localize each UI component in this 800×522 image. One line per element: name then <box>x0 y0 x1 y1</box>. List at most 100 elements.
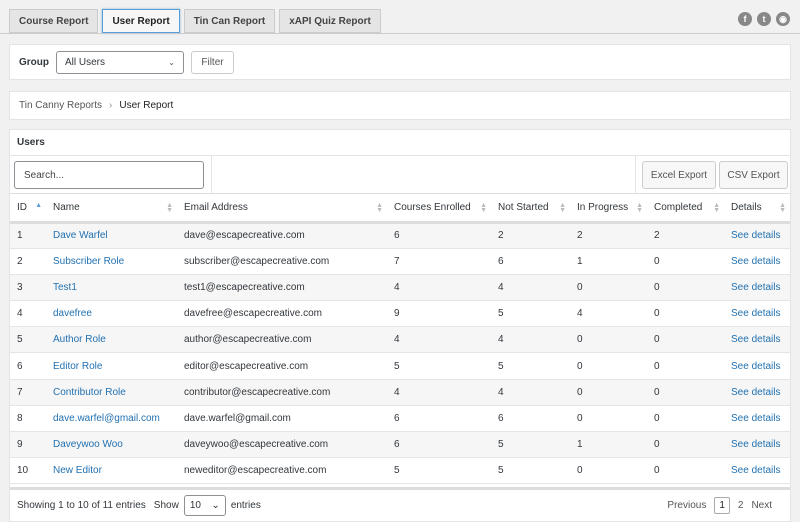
cell-id: 9 <box>17 439 23 451</box>
excel-export-button[interactable]: Excel Export <box>642 161 716 189</box>
table-cell: 2 <box>570 222 647 249</box>
see-details-link[interactable]: See details <box>731 282 780 293</box>
previous-page-button[interactable]: Previous <box>667 500 706 511</box>
toolbar-divider <box>635 156 636 193</box>
sort-icon: ▲ ▼ <box>779 202 786 214</box>
table-cell: 0 <box>570 352 647 380</box>
see-details-link[interactable]: See details <box>731 230 780 241</box>
table-row: 7 Contributor Role contributor@escapecreat… <box>10 379 790 406</box>
tab-xapi-quiz-report[interactable]: xAPI Quiz Report <box>279 9 381 33</box>
web-icon[interactable]: ◉ <box>776 12 790 26</box>
cell-email: author@escapecreative.com <box>184 334 312 346</box>
table-cell: daveywoo@escapecreative.com <box>177 431 387 459</box>
user-name-link[interactable]: Daveywoo Woo <box>53 439 123 450</box>
cell-in-progress: 0 <box>577 412 583 424</box>
table-cell: Contributor Role <box>46 379 177 406</box>
user-name-link[interactable]: dave.warfel@gmail.com <box>53 413 160 424</box>
table-cell: 0 <box>647 431 724 459</box>
column-header-email[interactable]: Email Address ▲ ▼ <box>177 194 387 224</box>
column-header-in-progress[interactable]: In Progress ▲ ▼ <box>570 194 647 224</box>
see-details-link[interactable]: See details <box>731 413 780 424</box>
table-cell: 6 <box>491 405 570 433</box>
search-input[interactable] <box>14 161 204 189</box>
cell-not-started: 6 <box>498 412 504 424</box>
cell-id: 2 <box>17 255 23 267</box>
next-page-button[interactable]: Next <box>751 500 772 511</box>
see-details-link[interactable]: See details <box>731 308 780 319</box>
user-name-link[interactable]: Dave Warfel <box>53 230 108 241</box>
user-name-link[interactable]: New Editor <box>53 465 102 476</box>
user-name-link[interactable]: Editor Role <box>53 361 102 372</box>
page-button-1[interactable]: 1 <box>714 497 730 514</box>
cell-id: 7 <box>17 386 23 398</box>
table-cell: Subscriber Role <box>46 248 177 275</box>
table-cell: Editor Role <box>46 352 177 380</box>
twitter-icon[interactable]: t <box>757 12 771 26</box>
see-details-link[interactable]: See details <box>731 361 780 372</box>
column-header-id[interactable]: ID ▲ <box>10 194 46 224</box>
filter-button[interactable]: Filter <box>191 50 234 74</box>
see-details-link[interactable]: See details <box>731 465 780 476</box>
table-cell: 6 <box>10 352 46 380</box>
cell-id: 6 <box>17 360 23 372</box>
column-header-label: In Progress <box>577 201 629 213</box>
table-cell: author@escapecreative.com <box>177 326 387 354</box>
column-header-label: Completed <box>654 201 703 213</box>
see-details-link[interactable]: See details <box>731 387 780 398</box>
cell-courses-enrolled: 4 <box>394 281 400 293</box>
see-details-link[interactable]: See details <box>731 334 780 345</box>
table-cell: 5 <box>491 300 570 328</box>
tab-tin-can-report[interactable]: Tin Can Report <box>183 9 276 33</box>
cell-not-started: 4 <box>498 281 504 293</box>
table-toolbar: Excel Export CSV Export <box>10 156 790 194</box>
table-row: 3 Test1 test1@escapecreative.com 4 4 0 0 See de… <box>10 274 790 302</box>
cell-not-started: 5 <box>498 465 504 477</box>
column-header-courses-enrolled[interactable]: Courses Enrolled ▲ ▼ <box>387 194 491 224</box>
cell-courses-enrolled: 4 <box>394 386 400 398</box>
cell-in-progress: 1 <box>577 439 583 451</box>
column-header-completed[interactable]: Completed ▲ ▼ <box>647 194 724 224</box>
column-header-details[interactable]: Details ▲ ▼ <box>724 194 790 224</box>
cell-id: 3 <box>17 281 23 293</box>
csv-export-button[interactable]: CSV Export <box>719 161 788 189</box>
breadcrumb-parent[interactable]: Tin Canny Reports <box>19 100 102 111</box>
table-cell: 4 <box>491 274 570 302</box>
page-size-value: 10 <box>189 500 201 511</box>
tab-user-report[interactable]: User Report <box>102 9 180 33</box>
column-header-name[interactable]: Name ▲ ▼ <box>46 194 177 224</box>
group-filter-panel: Group All Users ⌄ Filter <box>9 44 791 80</box>
see-details-link[interactable]: See details <box>731 256 780 267</box>
cell-completed: 0 <box>654 439 660 451</box>
sort-icon: ▲ ▼ <box>376 202 383 214</box>
tab-course-report[interactable]: Course Report <box>9 9 99 33</box>
cell-completed: 0 <box>654 465 660 477</box>
column-header-not-started[interactable]: Not Started ▲ ▼ <box>491 194 570 224</box>
pagination: Previous 1 2 Next <box>667 497 772 514</box>
cell-in-progress: 1 <box>577 255 583 267</box>
user-name-link[interactable]: davefree <box>53 308 92 319</box>
column-header-label: Details <box>731 201 762 213</box>
user-name-link[interactable]: Test1 <box>53 282 77 293</box>
group-label: Group <box>19 56 49 68</box>
group-select[interactable]: All Users ⌄ <box>56 50 184 74</box>
cell-in-progress: 0 <box>577 465 583 477</box>
see-details-link[interactable]: See details <box>731 439 780 450</box>
table-cell: 6 <box>387 222 491 249</box>
user-name-link[interactable]: Contributor Role <box>53 387 126 398</box>
page-button-2[interactable]: 2 <box>738 500 744 511</box>
cell-courses-enrolled: 9 <box>394 308 400 320</box>
cell-not-started: 4 <box>498 334 504 346</box>
chevron-down-icon: ⌄ <box>211 500 220 511</box>
cell-email: test1@escapecreative.com <box>184 281 305 293</box>
table-row: 2 Subscriber Role subscriber@escapecreativ… <box>10 248 790 275</box>
page-size-select[interactable]: 10 ⌄ <box>183 495 226 516</box>
table-cell: 5 <box>491 431 570 459</box>
table-cell: See details <box>724 326 790 354</box>
sort-icon: ▲ ▼ <box>166 202 173 214</box>
facebook-icon[interactable]: f <box>738 12 752 26</box>
table-cell: 6 <box>491 248 570 275</box>
table-cell: 4 <box>387 326 491 354</box>
user-name-link[interactable]: Author Role <box>53 334 106 345</box>
cell-email: contributor@escapecreative.com <box>184 386 331 398</box>
user-name-link[interactable]: Subscriber Role <box>53 256 124 267</box>
